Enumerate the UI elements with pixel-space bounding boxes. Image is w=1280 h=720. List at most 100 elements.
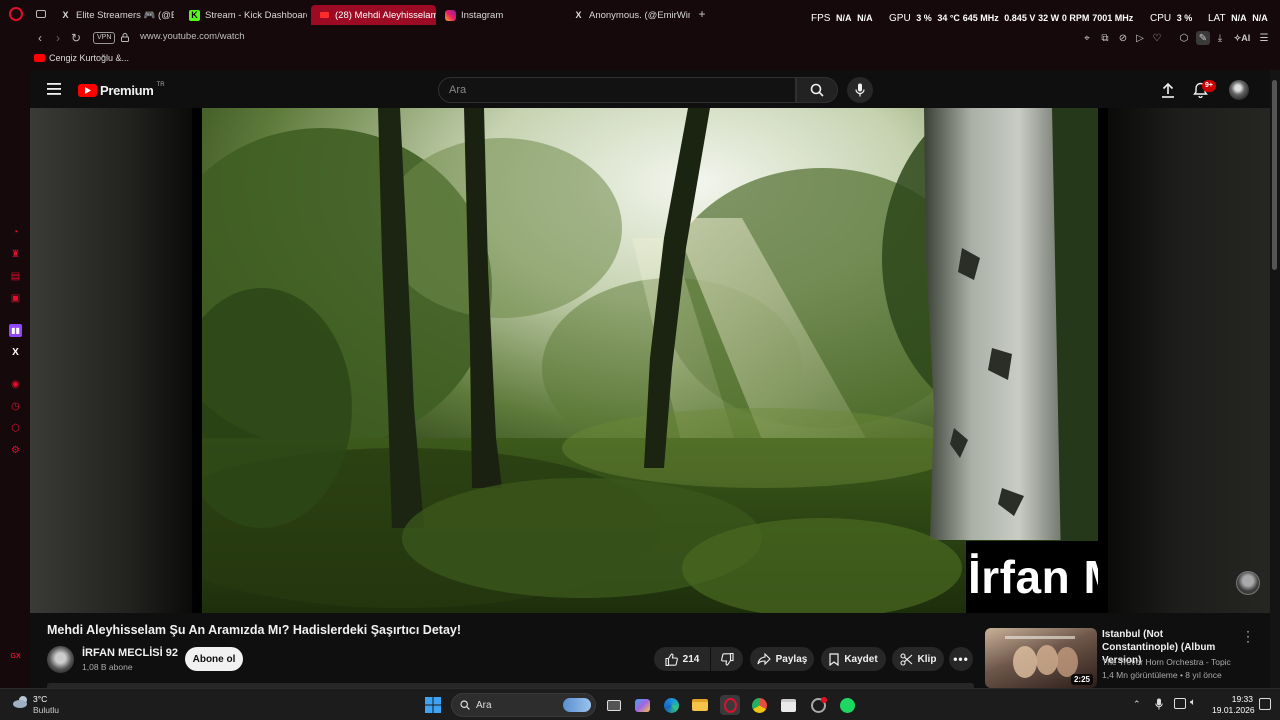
tab-youtube-video[interactable]: (28) Mehdi Aleyhisselam Ş — [311, 5, 436, 25]
windows-start-icon[interactable] — [423, 695, 443, 715]
search-icon — [460, 700, 470, 710]
chrome-icon[interactable] — [749, 695, 769, 715]
player-corner-avatar[interactable] — [1236, 571, 1260, 595]
volume-icon[interactable]: 🔈︎ — [1190, 697, 1202, 709]
music-player-icon[interactable]: ▣ — [9, 292, 22, 305]
network-icon[interactable] — [1174, 698, 1186, 709]
more-actions-button[interactable]: ••• — [949, 647, 973, 671]
bookmark-item[interactable]: Cengiz Kurtoğlu &... — [34, 53, 129, 63]
hud-gpu: GPU 3 % 34 °C 645 MHz 0.845 V 32 W 0 RPM… — [889, 13, 1134, 24]
snapshot-icon[interactable]: ⧉ — [1098, 31, 1112, 45]
x-logo-icon: X — [62, 10, 69, 20]
ai-sparkle-icon: ✧ — [1233, 32, 1242, 43]
recommended-video-meta: 1,4 Mn görüntüleme • 8 yıl önce — [1102, 670, 1222, 680]
clock-date[interactable]: 19.01.2026 — [1212, 705, 1255, 715]
channel-avatar[interactable] — [47, 646, 74, 673]
forward-icon[interactable]: › — [51, 31, 65, 45]
save-button[interactable]: Kaydet — [821, 647, 886, 671]
x-logo-icon[interactable]: X — [9, 346, 22, 359]
task-view-icon[interactable] — [604, 695, 624, 715]
pin-icon[interactable]: ⌖ — [1080, 31, 1094, 45]
recommended-video-channel[interactable]: The Trevor Horn Orchestra - Topic — [1102, 657, 1231, 667]
adblock-icon[interactable]: ⊘ — [1116, 31, 1130, 45]
player-sidebar-icon[interactable]: ◉ — [9, 378, 22, 391]
address-bar-row: ‹ › ↻ VPN www.youtube.com/watch ⌖ ⧉ ⊘ ▷ … — [0, 28, 1280, 48]
taskbar-search[interactable]: Ara — [451, 693, 596, 717]
logo-text: Premium — [100, 82, 154, 98]
search-input[interactable]: Ara — [438, 77, 796, 103]
gx-corner-icon[interactable]: ♜ — [9, 248, 22, 261]
clock-time[interactable]: 19:33 — [1229, 694, 1253, 704]
back-icon[interactable]: ‹ — [33, 31, 47, 45]
url-field[interactable]: www.youtube.com/watch — [140, 31, 245, 42]
history-icon[interactable]: ◷ — [9, 400, 22, 413]
account-avatar[interactable] — [1229, 80, 1249, 100]
tab-instagram[interactable]: Instagram — [437, 5, 562, 25]
widgets-icon[interactable] — [632, 695, 652, 715]
weather-description[interactable]: Bulutlu — [33, 705, 59, 715]
tab-title: Elite Streamers 🎮 (@Elite — [76, 9, 174, 21]
video-player[interactable]: İrfan Meclisi — [30, 108, 1280, 613]
share-button[interactable]: Paylaş — [750, 647, 814, 671]
opera-menu-icon[interactable] — [9, 7, 23, 21]
subscribe-button[interactable]: Abone ol — [185, 647, 243, 671]
messenger-icon[interactable]: ▤ — [9, 270, 22, 283]
weather-temperature[interactable]: 3°C — [33, 694, 47, 704]
spotify-icon[interactable] — [837, 695, 857, 715]
youtube-premium-logo[interactable]: Premium TR — [78, 82, 165, 98]
tab-anonymous[interactable]: X Anonymous. (@EmirWinch — [565, 5, 690, 25]
easy-setup-icon[interactable]: ☰ — [1257, 31, 1271, 45]
channel-watermark: İrfan Meclisi — [966, 541, 1098, 613]
opera-sidebar: ◔ ♜ ▤ ▣ ▮▮ X ◉ ◷ ⬡ ⚙ GX — [0, 70, 30, 688]
x-logo-icon: X — [575, 10, 582, 20]
menu-hamburger-icon[interactable] — [47, 83, 61, 95]
windows-taskbar: 3°C Bulutlu Ara ⌃ 🔈︎ 19:33 19.01.2026 — [0, 688, 1280, 720]
edge-browser-icon[interactable] — [661, 695, 681, 715]
profile-extension-icon[interactable]: ✎ — [1196, 31, 1210, 45]
save-label: Kaydet — [844, 653, 878, 665]
like-count: 214 — [682, 653, 700, 665]
video-frame[interactable]: İrfan Meclisi — [202, 108, 1098, 613]
reload-icon[interactable]: ↻ — [69, 31, 83, 45]
recommended-video-thumbnail[interactable]: 2:25 — [985, 628, 1097, 688]
weather-cloud-icon[interactable] — [12, 695, 30, 709]
settings-gear-icon[interactable]: ⚙ — [9, 444, 22, 457]
kebab-menu-icon[interactable]: · · · — [1242, 625, 1254, 647]
aria-ai-button[interactable]: ✧ AI — [1231, 31, 1253, 45]
heart-icon[interactable]: ♡ — [1150, 31, 1164, 45]
search-button[interactable] — [796, 77, 838, 103]
download-icon[interactable]: ⤓ — [1213, 31, 1227, 45]
clip-button[interactable]: Klip — [892, 647, 944, 671]
page-scrollbar[interactable] — [1270, 70, 1280, 688]
aria-icon[interactable]: ◔ — [9, 226, 22, 239]
voice-search-button[interactable] — [847, 77, 873, 103]
new-tab-button[interactable]: + — [696, 8, 708, 20]
chevron-up-icon[interactable]: ⌃ — [1133, 699, 1143, 709]
scrollbar-thumb[interactable] — [1272, 80, 1277, 270]
gx-control-icon[interactable]: GX — [9, 650, 22, 663]
lock-icon[interactable] — [121, 33, 129, 42]
discord-app-icon[interactable] — [808, 695, 828, 715]
upload-button[interactable] — [1161, 82, 1175, 98]
file-explorer-icon[interactable] — [690, 695, 710, 715]
extensions-sidebar-icon[interactable]: ⬡ — [9, 422, 22, 435]
extensions-icon[interactable]: ⬡ — [1177, 31, 1191, 45]
twitch-icon[interactable]: ▮▮ — [9, 324, 22, 337]
player-icon[interactable]: ▷ — [1133, 31, 1147, 45]
microphone-tray-icon[interactable] — [1155, 698, 1165, 710]
microsoft-store-icon[interactable] — [778, 695, 798, 715]
tab-elite-streamers[interactable]: X Elite Streamers 🎮 (@Elite — [52, 5, 174, 25]
tab-title: Anonymous. (@EmirWinch — [589, 9, 690, 21]
microphone-icon — [855, 83, 865, 97]
tab-kick-dashboard[interactable]: K Stream - Kick Dashboard — [181, 5, 307, 25]
like-button[interactable]: 214 — [654, 647, 710, 671]
channel-name[interactable]: İRFAN MECLİSİ 92 — [82, 647, 178, 659]
tab-title: (28) Mehdi Aleyhisselam Ş — [335, 9, 436, 21]
vpn-badge[interactable]: VPN — [93, 32, 116, 44]
bookmarks-bar: Cengiz Kurtoğlu &... — [0, 48, 1280, 70]
hud-latency: LAT N/A N/A — [1208, 13, 1268, 24]
tab-overview-icon[interactable] — [36, 10, 46, 18]
opera-gx-taskbar-icon[interactable] — [720, 695, 740, 715]
dislike-button[interactable] — [711, 647, 743, 671]
notification-center-icon[interactable] — [1259, 698, 1271, 710]
